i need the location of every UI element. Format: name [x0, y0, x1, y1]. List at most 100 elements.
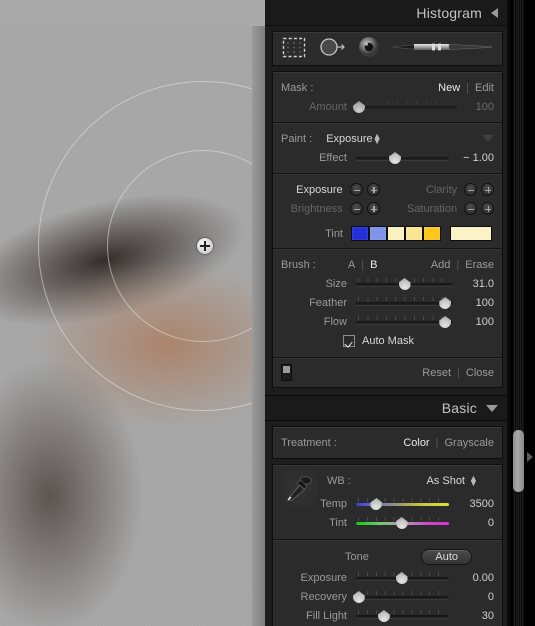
- flow-slider[interactable]: [356, 315, 453, 328]
- tone-auto-button[interactable]: Auto: [421, 549, 472, 565]
- spot-removal-icon[interactable]: [318, 36, 346, 61]
- basic-wb-tone-group: WB : As Shot ▲ ▼ Temp 3500 Tint 0 Tone A…: [272, 464, 503, 626]
- treatment-section: Treatment : Color | Grayscale: [273, 427, 502, 458]
- tint-swatch-2[interactable]: [387, 226, 405, 241]
- tint-preview-swatch[interactable]: [450, 226, 492, 241]
- treatment-grayscale-button[interactable]: Grayscale: [444, 437, 494, 449]
- brush-a-button[interactable]: A: [348, 259, 355, 271]
- size-value: 31.0: [472, 277, 494, 290]
- effect-brightness-minus-button[interactable]: [349, 202, 363, 215]
- treatment-color-button[interactable]: Color: [403, 437, 429, 449]
- brush-section: Brush : A | B Add | Erase Size 31.0 Feat…: [273, 249, 502, 358]
- scrollbar-thumb[interactable]: [513, 430, 524, 492]
- tone-exposure-slider[interactable]: [356, 571, 449, 584]
- effect-clarity-minus-button[interactable]: [464, 183, 478, 196]
- auto-mask-row[interactable]: Auto Mask: [281, 331, 494, 351]
- close-button[interactable]: Close: [466, 367, 494, 379]
- wb-tint-slider[interactable]: [356, 516, 449, 529]
- size-slider[interactable]: [356, 277, 453, 290]
- auto-mask-checkbox[interactable]: [343, 335, 355, 347]
- basic-triangle-down-icon[interactable]: [486, 404, 498, 412]
- treatment-separator: |: [435, 436, 439, 449]
- effects-row-1: Exposure Clarity: [281, 180, 494, 199]
- photo-image[interactable]: [0, 26, 252, 626]
- wb-value[interactable]: As Shot: [426, 475, 465, 487]
- paintbrush-icon[interactable]: [391, 39, 493, 58]
- amount-value: 100: [475, 100, 494, 113]
- image-canvas-area[interactable]: [0, 0, 265, 626]
- wb-up-down-stepper-icon[interactable]: ▲ ▼: [469, 473, 478, 487]
- brush-erase-button[interactable]: Erase: [465, 259, 494, 271]
- basic-title: Basic: [441, 400, 477, 416]
- effects-section: Exposure Clarity Brightness Saturation T…: [273, 174, 502, 249]
- effect-brightness-plus-button[interactable]: [366, 202, 380, 215]
- tint-swatch-4[interactable]: [423, 226, 441, 241]
- size-label: Size: [325, 277, 347, 290]
- scrollbar-arrow-icon[interactable]: [527, 452, 533, 462]
- tint-row: Tint: [281, 225, 494, 242]
- wb-tint-row: Tint 0: [281, 513, 494, 532]
- triangle-left-icon[interactable]: [491, 7, 498, 18]
- paint-value[interactable]: Exposure: [326, 133, 372, 145]
- flow-value: 100: [475, 315, 494, 328]
- wb-label: WB :: [327, 474, 351, 487]
- basic-panel-header[interactable]: Basic: [265, 395, 510, 421]
- tool-strip-group: [272, 31, 503, 66]
- panel-switch-toggle[interactable]: [281, 364, 292, 381]
- tone-fill-light-label: Fill Light: [306, 609, 347, 622]
- treatment-row: Treatment : Color | Grayscale: [281, 433, 494, 452]
- tone-exposure-value: 0.00: [472, 571, 494, 584]
- effect-slider[interactable]: [356, 151, 449, 164]
- effect-saturation-minus-button[interactable]: [464, 202, 478, 215]
- lightroom-window: Histogram Mask: New | Edit Amount 100 P…: [0, 0, 535, 626]
- tone-recovery-value: 0: [487, 590, 494, 603]
- temp-slider[interactable]: [356, 497, 449, 510]
- feather-slider[interactable]: [356, 296, 453, 309]
- tone-label: Tone: [345, 551, 369, 563]
- tone-exposure-row: Exposure 0.00: [281, 568, 494, 587]
- tint-label: Tint: [325, 227, 343, 240]
- tone-header-row: Tone Auto: [281, 546, 494, 568]
- tint-swatch-1[interactable]: [369, 226, 387, 241]
- panel-scrollbar[interactable]: [510, 0, 535, 626]
- effect-clarity-label: Clarity: [425, 183, 458, 196]
- triangle-down-icon[interactable]: [482, 135, 494, 142]
- crop-icon[interactable]: [282, 37, 306, 61]
- brush-add-button[interactable]: Add: [431, 259, 451, 271]
- mask-edit-button[interactable]: Edit: [475, 82, 494, 94]
- tone-recovery-slider[interactable]: [352, 590, 449, 603]
- adjustment-brush-group: Mask : New | Edit Amount 100 Paint: Exp…: [272, 71, 503, 388]
- brush-center-pin-icon[interactable]: [197, 238, 213, 254]
- red-eye-icon[interactable]: [358, 36, 380, 61]
- brush-row: Brush : A | B Add | Erase: [281, 255, 494, 274]
- up-down-stepper-icon[interactable]: ▲ ▼: [373, 131, 382, 145]
- effect-clarity-plus-button[interactable]: [481, 183, 494, 196]
- eyedropper-icon: [287, 476, 312, 502]
- eyedropper-well[interactable]: [281, 471, 317, 507]
- tone-recovery-label: Recovery: [300, 590, 347, 603]
- tint-swatch-0[interactable]: [351, 226, 369, 241]
- tone-fill-light-value: 30: [481, 609, 494, 622]
- effect-saturation-plus-button[interactable]: [481, 202, 494, 215]
- tint-swatch-3[interactable]: [405, 226, 423, 241]
- brush-b-button[interactable]: B: [370, 259, 377, 271]
- tone-exposure-label: Exposure: [300, 571, 347, 584]
- paint-section: Paint : Exposure ▲ ▼ Effect − 1.00: [273, 123, 502, 174]
- tone-fill-light-slider[interactable]: [356, 609, 449, 622]
- paint-label: Paint :: [281, 132, 313, 145]
- brush-footer: Reset | Close: [273, 358, 502, 387]
- scrollbar-track[interactable]: [513, 0, 524, 626]
- flow-row: Flow 100: [281, 312, 494, 331]
- size-row: Size 31.0: [281, 274, 494, 293]
- effect-exposure-plus-button[interactable]: [366, 183, 380, 196]
- tone-section: Tone Auto Exposure 0.00 Recovery 0 Fill …: [273, 540, 502, 626]
- effect-exposure-label: Exposure: [296, 183, 343, 196]
- brush-add-erase-separator: |: [456, 258, 460, 271]
- reset-button[interactable]: Reset: [422, 367, 451, 379]
- effect-exposure-minus-button[interactable]: [349, 183, 363, 196]
- auto-mask-label: Auto Mask: [362, 335, 414, 347]
- amount-slider[interactable]: [353, 100, 457, 113]
- effect-brightness-label: Brightness: [290, 202, 343, 215]
- histogram-panel-header[interactable]: Histogram: [265, 0, 510, 26]
- mask-new-button[interactable]: New: [438, 82, 460, 94]
